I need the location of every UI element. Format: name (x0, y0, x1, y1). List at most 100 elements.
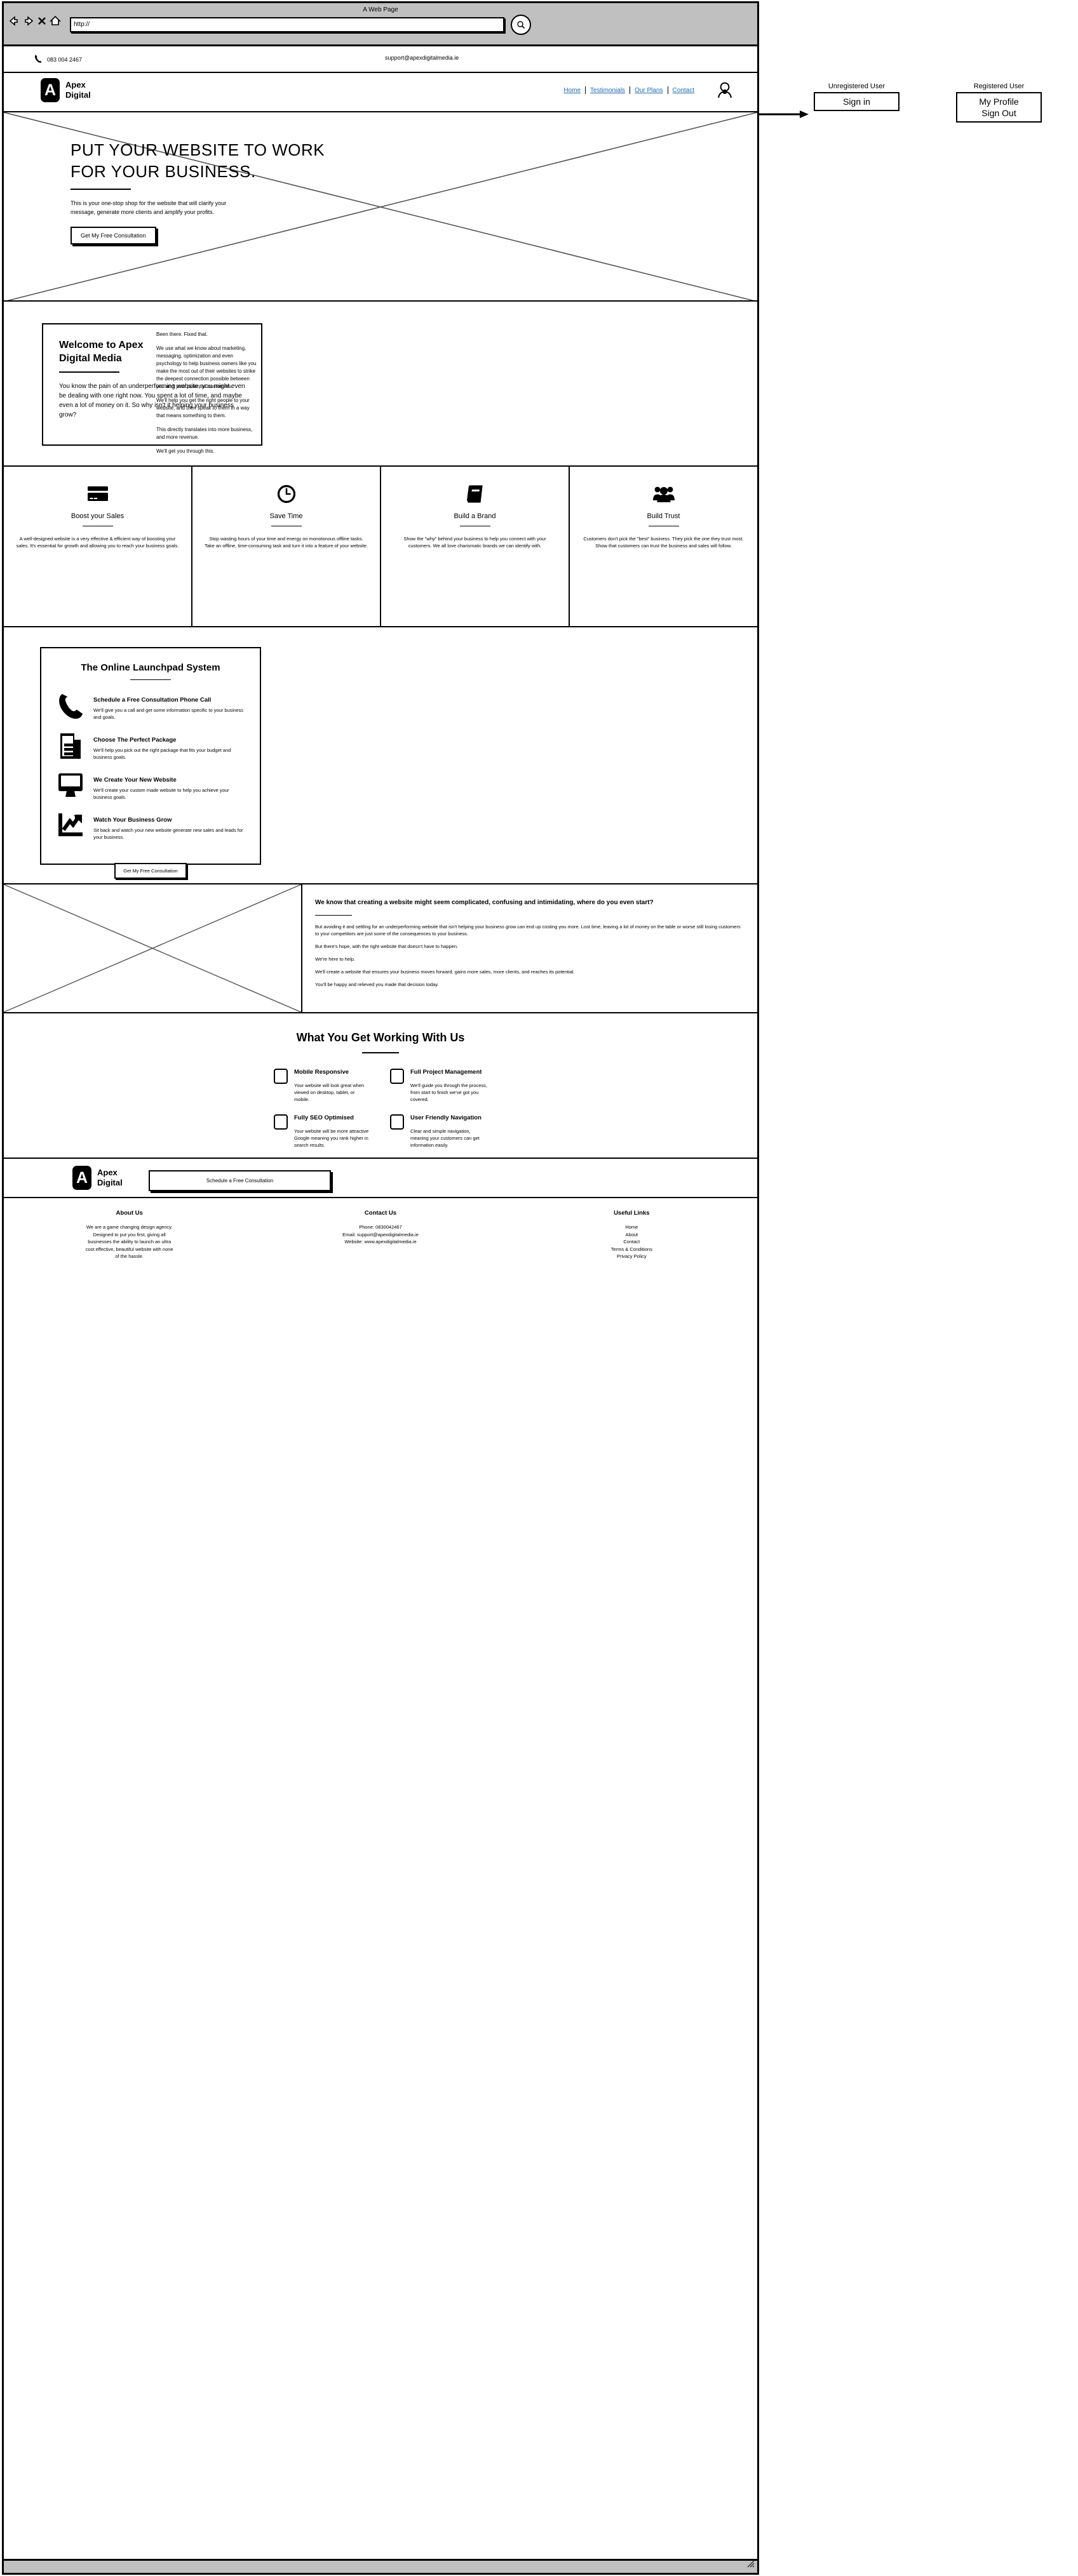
nav-item-contact[interactable]: Contact (668, 87, 699, 94)
step-body: Sit back and watch your new website gene… (93, 827, 243, 840)
footer-body: We are a game changing design agency. De… (14, 1224, 245, 1260)
back-arrow-icon[interactable] (8, 15, 20, 27)
feature-card: Build Trust Customers don't pick the "be… (570, 467, 757, 626)
feature-card: Save Time Stop wasting hours of your tim… (192, 467, 381, 626)
footer-heading: Contact Us (364, 1210, 397, 1217)
welcome-paragraph: Been there. Fixed that. (156, 331, 208, 337)
home-icon[interactable] (49, 15, 62, 27)
people-group-icon (581, 483, 746, 505)
feature-body: A well-designed website is a very effect… (16, 536, 179, 549)
welcome-paragraph: We'll help you get the right people to y… (156, 397, 250, 418)
launchpad-title: The Online Launchpad System (81, 662, 220, 673)
topbar-phone[interactable]: 083 004 2467 (34, 54, 82, 65)
footer-line: Designed to put you first, giving all (93, 1231, 166, 1238)
resize-grip-icon[interactable] (747, 2559, 755, 2571)
feature-body: Show the "why" behind your business to h… (403, 536, 546, 549)
launchpad-rule (130, 679, 171, 680)
topbar-email[interactable]: support@apexdigitalmedia.ie (385, 55, 459, 61)
footer-cta-section: A Apex Digital Schedule a Free Consultat… (4, 1159, 757, 1198)
footer-logo-line-2: Digital (97, 1178, 123, 1187)
footer-line: cost effective, beautiful website with n… (85, 1246, 173, 1252)
step-body: We'll give you a call and get some infor… (93, 707, 243, 720)
checkbox-fully-seo-optimised[interactable] (274, 1114, 288, 1130)
checkbox-full-project-management[interactable] (390, 1069, 404, 1084)
footer-body: Phone: 0830042467 Email: support@apexdig… (265, 1224, 495, 1246)
welcome-paragraph: We use what we know about marketing, mes… (156, 345, 257, 389)
schedule-consultation-button[interactable]: Schedule a Free Consultation (149, 1170, 331, 1191)
launchpad-cta-wrap: Get My Free Consultation (57, 853, 245, 879)
launchpad-box: The Online Launchpad System Schedule a F… (40, 647, 261, 879)
footer-line: of the hassle. (115, 1253, 144, 1259)
footer-link-home[interactable]: Home (516, 1224, 747, 1231)
launchpad-step: Choose The Perfect Package We'll help yo… (57, 733, 245, 761)
section-paragraph: We'll create a website that ensures your… (315, 969, 575, 975)
my-profile-button[interactable]: My Profile (964, 96, 1034, 107)
logo-text: Apex Digital (65, 80, 91, 100)
hero-cta-button[interactable]: Get My Free Consultation (71, 227, 156, 244)
footer-logo[interactable]: A Apex Digital (72, 1166, 123, 1190)
welcome-rule (59, 371, 119, 373)
step-title: Watch Your Business Grow (93, 817, 172, 824)
feature-title: Boost your Sales (71, 512, 125, 520)
benefit-item: User Friendly Navigation Clear and simpl… (390, 1114, 487, 1149)
nav-item-our-plans[interactable]: Our Plans (630, 87, 667, 94)
user-avatar-icon[interactable] (715, 81, 734, 100)
benefit-body: Your website will be more attractive Goo… (294, 1128, 369, 1148)
feature-body: Stop wasting hours of your time and ener… (204, 536, 368, 549)
footer-link-privacy[interactable]: Privacy Policy (516, 1253, 747, 1260)
step-body: We'll help you pick out the right packag… (93, 747, 231, 760)
footer-link-about[interactable]: About (516, 1231, 747, 1239)
sign-out-button[interactable]: Sign Out (964, 107, 1034, 119)
image-text-content: We know that creating a website might se… (302, 884, 757, 1012)
footer-line-website: Website: www.apexdigitalmedia.ie (344, 1239, 417, 1245)
footer-link-contact[interactable]: Contact (516, 1238, 747, 1246)
browser-chrome: A Web Page http:// (4, 3, 757, 46)
window-title: A Web Page (363, 6, 398, 13)
nav-item-testimonials[interactable]: Testimonials (586, 87, 630, 94)
book-icon (393, 483, 557, 505)
logo-line-2: Digital (65, 90, 91, 100)
site-header: A Apex Digital Home Testimonials Our Pla… (4, 73, 757, 112)
section-paragraph: You'll be happy and relieved you made th… (315, 982, 439, 987)
feature-title: Build Trust (647, 512, 680, 520)
feature-card: Boost your Sales A well-designed website… (4, 467, 192, 626)
feature-body: Customers don't pick the "best" business… (583, 536, 744, 549)
phone-handset-icon (57, 693, 84, 719)
annotation-arrow (759, 109, 810, 123)
launchpad-cta-button[interactable]: Get My Free Consultation (114, 863, 187, 879)
benefit-item: Mobile Responsive Your website will look… (274, 1069, 371, 1103)
page-title: PUT YOUR WEBSITE TO WORK FOR YOUR BUSINE… (71, 140, 325, 181)
step-title: Choose The Perfect Package (93, 737, 177, 744)
footer-link-terms[interactable]: Terms & Conditions (516, 1246, 747, 1253)
welcome-right-column: Been there. Fixed that. We use what we k… (156, 331, 258, 462)
benefit-heading: User Friendly Navigation (410, 1114, 482, 1121)
footer-logo-text: Apex Digital (97, 1168, 123, 1188)
step-title: Schedule a Free Consultation Phone Call (93, 697, 212, 704)
site-footer: About Us We are a game changing design a… (4, 1198, 757, 1265)
checkbox-user-friendly-navigation[interactable] (390, 1114, 404, 1130)
section-paragraph: But there's hope, with the right website… (315, 944, 459, 949)
browser-controls (8, 15, 62, 27)
site-logo[interactable]: A Apex Digital (41, 78, 91, 102)
benefit-body: Your website will look great when viewed… (294, 1083, 365, 1102)
benefit-heading: Fully SEO Optimised (294, 1114, 354, 1121)
section-rule (315, 915, 352, 916)
section-heading: We know that creating a website might se… (315, 899, 654, 906)
image-text-section: We know that creating a website might se… (3, 884, 757, 1013)
benefit-heading: Mobile Responsive (294, 1069, 349, 1076)
feature-title: Save Time (269, 512, 303, 520)
annotation-label: Registered User (973, 83, 1025, 90)
search-magnifier-icon[interactable] (511, 15, 531, 35)
monitor-icon (57, 773, 84, 798)
hero-subtitle: This is your one-stop shop for the websi… (71, 200, 227, 215)
sign-in-button[interactable]: Sign in (821, 96, 892, 107)
url-input[interactable]: http:// (70, 17, 504, 32)
footer-column-about: About Us We are a game changing design a… (4, 1210, 255, 1265)
forward-arrow-icon[interactable] (22, 15, 35, 27)
nav-item-home[interactable]: Home (559, 87, 585, 94)
footer-body: Home About Contact Terms & Conditions Pr… (516, 1224, 747, 1260)
section-body: But avoiding it and settling for an unde… (315, 923, 741, 988)
checkbox-mobile-responsive[interactable] (274, 1069, 288, 1084)
contact-topbar: 083 004 2467 support@apexdigitalmedia.ie (4, 46, 757, 73)
stop-x-icon[interactable] (37, 15, 47, 27)
